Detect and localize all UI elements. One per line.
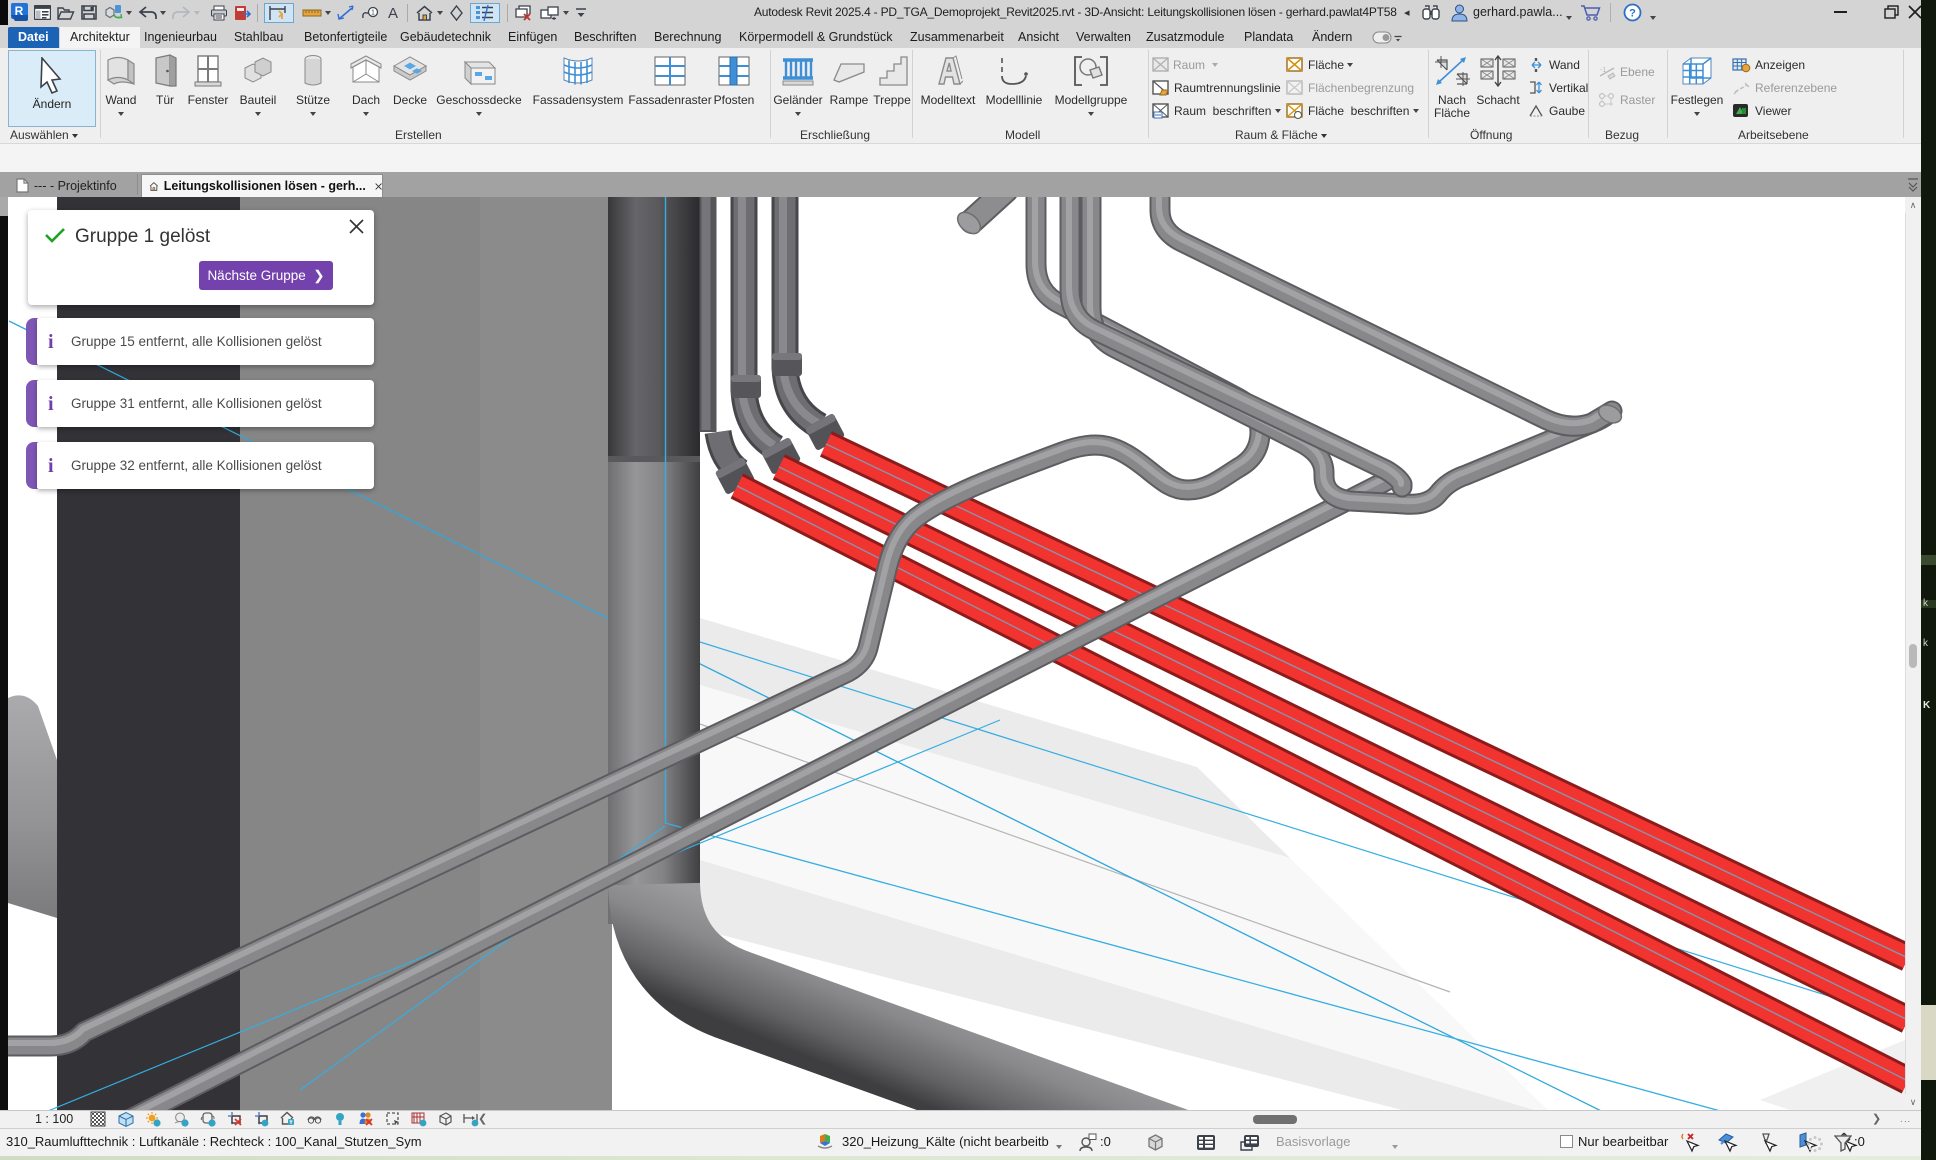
svg-text:-1: -1	[1600, 67, 1606, 74]
svg-text:?: ?	[1629, 8, 1636, 20]
svg-text:A: A	[388, 5, 398, 20]
svg-text:1: 1	[371, 10, 375, 17]
svg-text:R: R	[15, 4, 24, 18]
